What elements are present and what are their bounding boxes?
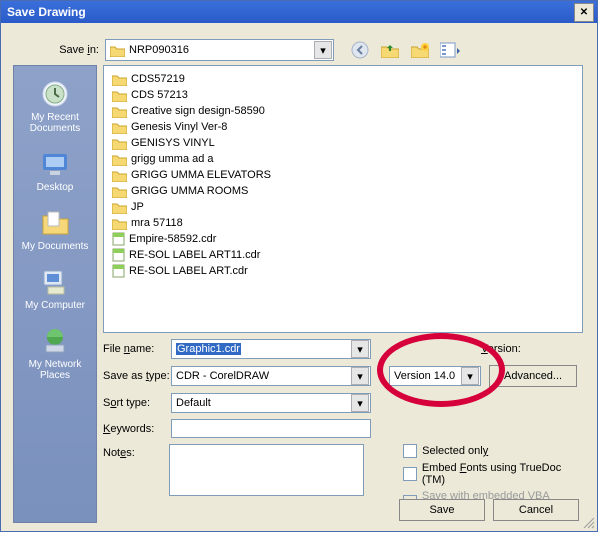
folder-icon	[112, 73, 127, 86]
place-my-network[interactable]: My Network Places	[14, 325, 96, 381]
filename-input[interactable]: Graphic1.cdr ▾	[171, 339, 371, 359]
dialog-buttons: Save Cancel	[399, 499, 579, 521]
list-item-label: Creative sign design-58590	[131, 105, 265, 117]
cdr-file-icon	[112, 264, 125, 278]
cancel-button[interactable]: Cancel	[493, 499, 579, 521]
list-item[interactable]: RE-SOL LABEL ART.cdr	[112, 263, 574, 279]
save-button[interactable]: Save	[399, 499, 485, 521]
list-item-label: GRIGG UMMA ELEVATORS	[131, 169, 271, 181]
window-title: Save Drawing	[7, 5, 86, 19]
chevron-down-icon[interactable]: ▾	[351, 394, 369, 412]
toolbar	[350, 40, 460, 60]
new-folder-icon[interactable]	[410, 40, 430, 60]
folder-icon	[112, 169, 127, 182]
list-item[interactable]: Creative sign design-58590	[112, 103, 574, 119]
list-item-label: JP	[131, 201, 144, 213]
list-item[interactable]: Genesis Vinyl Ver-8	[112, 119, 574, 135]
my-computer-icon	[39, 266, 71, 298]
folder-icon	[112, 137, 127, 150]
list-item[interactable]: GRIGG UMMA ROOMS	[112, 183, 574, 199]
list-item-label: CDS57219	[131, 73, 185, 85]
back-icon[interactable]	[350, 40, 370, 60]
version-label: Version:	[481, 343, 521, 355]
list-item-label: RE-SOL LABEL ART11.cdr	[129, 249, 260, 261]
folder-icon	[112, 217, 127, 230]
list-item[interactable]: RE-SOL LABEL ART11.cdr	[112, 247, 574, 263]
checkbox-icon	[403, 467, 417, 481]
chevron-down-icon[interactable]: ▾	[314, 41, 332, 59]
file-list[interactable]: CDS57219 CDS 57213 Creative sign design-58…	[103, 65, 583, 333]
list-item[interactable]: JP	[112, 199, 574, 215]
list-item-label: CDS 57213	[131, 89, 188, 101]
up-one-level-icon[interactable]	[380, 40, 400, 60]
cdr-file-icon	[112, 232, 125, 246]
chevron-down-icon[interactable]: ▾	[351, 340, 369, 358]
resize-grip[interactable]	[581, 515, 595, 529]
save-in-label: Save in:	[47, 44, 99, 56]
notes-label: Notes:	[103, 444, 169, 459]
checkbox-icon	[403, 444, 417, 458]
cdr-file-icon	[112, 248, 125, 262]
filename-label: File name:	[103, 343, 171, 355]
views-icon[interactable]	[440, 40, 460, 60]
list-item[interactable]: CDS57219	[112, 71, 574, 87]
selected-only-checkbox[interactable]: Selected only	[403, 444, 583, 458]
desktop-icon	[39, 148, 71, 180]
save-as-type-dropdown[interactable]: CDR - CorelDRAW ▾	[171, 366, 371, 386]
version-dropdown[interactable]: Version 14.0 ▾	[389, 366, 481, 386]
save-in-dropdown[interactable]: NRP090316 ▾	[105, 39, 334, 61]
folder-icon	[112, 201, 127, 214]
advanced-button[interactable]: Advanced...	[489, 365, 577, 387]
folder-icon	[112, 185, 127, 198]
list-item[interactable]: GENISYS VINYL	[112, 135, 574, 151]
my-documents-icon	[39, 207, 71, 239]
folder-icon	[112, 153, 127, 166]
list-item[interactable]: CDS 57213	[112, 87, 574, 103]
list-item[interactable]: grigg umma ad a	[112, 151, 574, 167]
list-item-label: GENISYS VINYL	[131, 137, 215, 149]
form-area: File name: Graphic1.cdr ▾ Version: Save …	[103, 339, 583, 523]
list-item-label: mra 57118	[131, 217, 183, 229]
chevron-down-icon[interactable]: ▾	[351, 367, 369, 385]
place-desktop[interactable]: Desktop	[14, 148, 96, 193]
folder-icon	[112, 121, 127, 134]
list-item-label: RE-SOL LABEL ART.cdr	[129, 265, 248, 277]
place-recent-documents[interactable]: My Recent Documents	[14, 78, 96, 134]
save-in-value: NRP090316	[129, 44, 189, 56]
places-bar: My Recent Documents Desktop My Documents…	[13, 65, 97, 523]
recent-documents-icon	[39, 78, 71, 110]
list-item[interactable]: mra 57118	[112, 215, 574, 231]
save-drawing-dialog: Save Drawing ✕ Save in: NRP090316 ▾ My R…	[0, 0, 598, 532]
list-item[interactable]: GRIGG UMMA ELEVATORS	[112, 167, 574, 183]
embed-fonts-checkbox[interactable]: Embed Fonts using TrueDoc (TM)	[403, 462, 583, 486]
folder-icon	[110, 44, 125, 57]
chevron-down-icon[interactable]: ▾	[461, 367, 479, 385]
place-my-documents[interactable]: My Documents	[14, 207, 96, 252]
network-places-icon	[39, 325, 71, 357]
list-item-label: grigg umma ad a	[131, 153, 214, 165]
sort-type-label: Sort type:	[103, 397, 171, 409]
folder-icon	[112, 89, 127, 102]
list-item[interactable]: Empire-58592.cdr	[112, 231, 574, 247]
place-my-computer[interactable]: My Computer	[14, 266, 96, 311]
folder-icon	[112, 105, 127, 118]
list-item-label: GRIGG UMMA ROOMS	[131, 185, 248, 197]
notes-input[interactable]	[169, 444, 364, 496]
keywords-label: Keywords:	[103, 423, 171, 435]
keywords-input[interactable]	[171, 419, 371, 438]
list-item-label: Empire-58592.cdr	[129, 233, 216, 245]
close-icon[interactable]: ✕	[574, 3, 594, 22]
sort-type-dropdown[interactable]: Default ▾	[171, 393, 371, 413]
save-as-type-label: Save as type:	[103, 370, 171, 382]
list-item-label: Genesis Vinyl Ver-8	[131, 121, 227, 133]
title-bar: Save Drawing ✕	[1, 1, 597, 23]
